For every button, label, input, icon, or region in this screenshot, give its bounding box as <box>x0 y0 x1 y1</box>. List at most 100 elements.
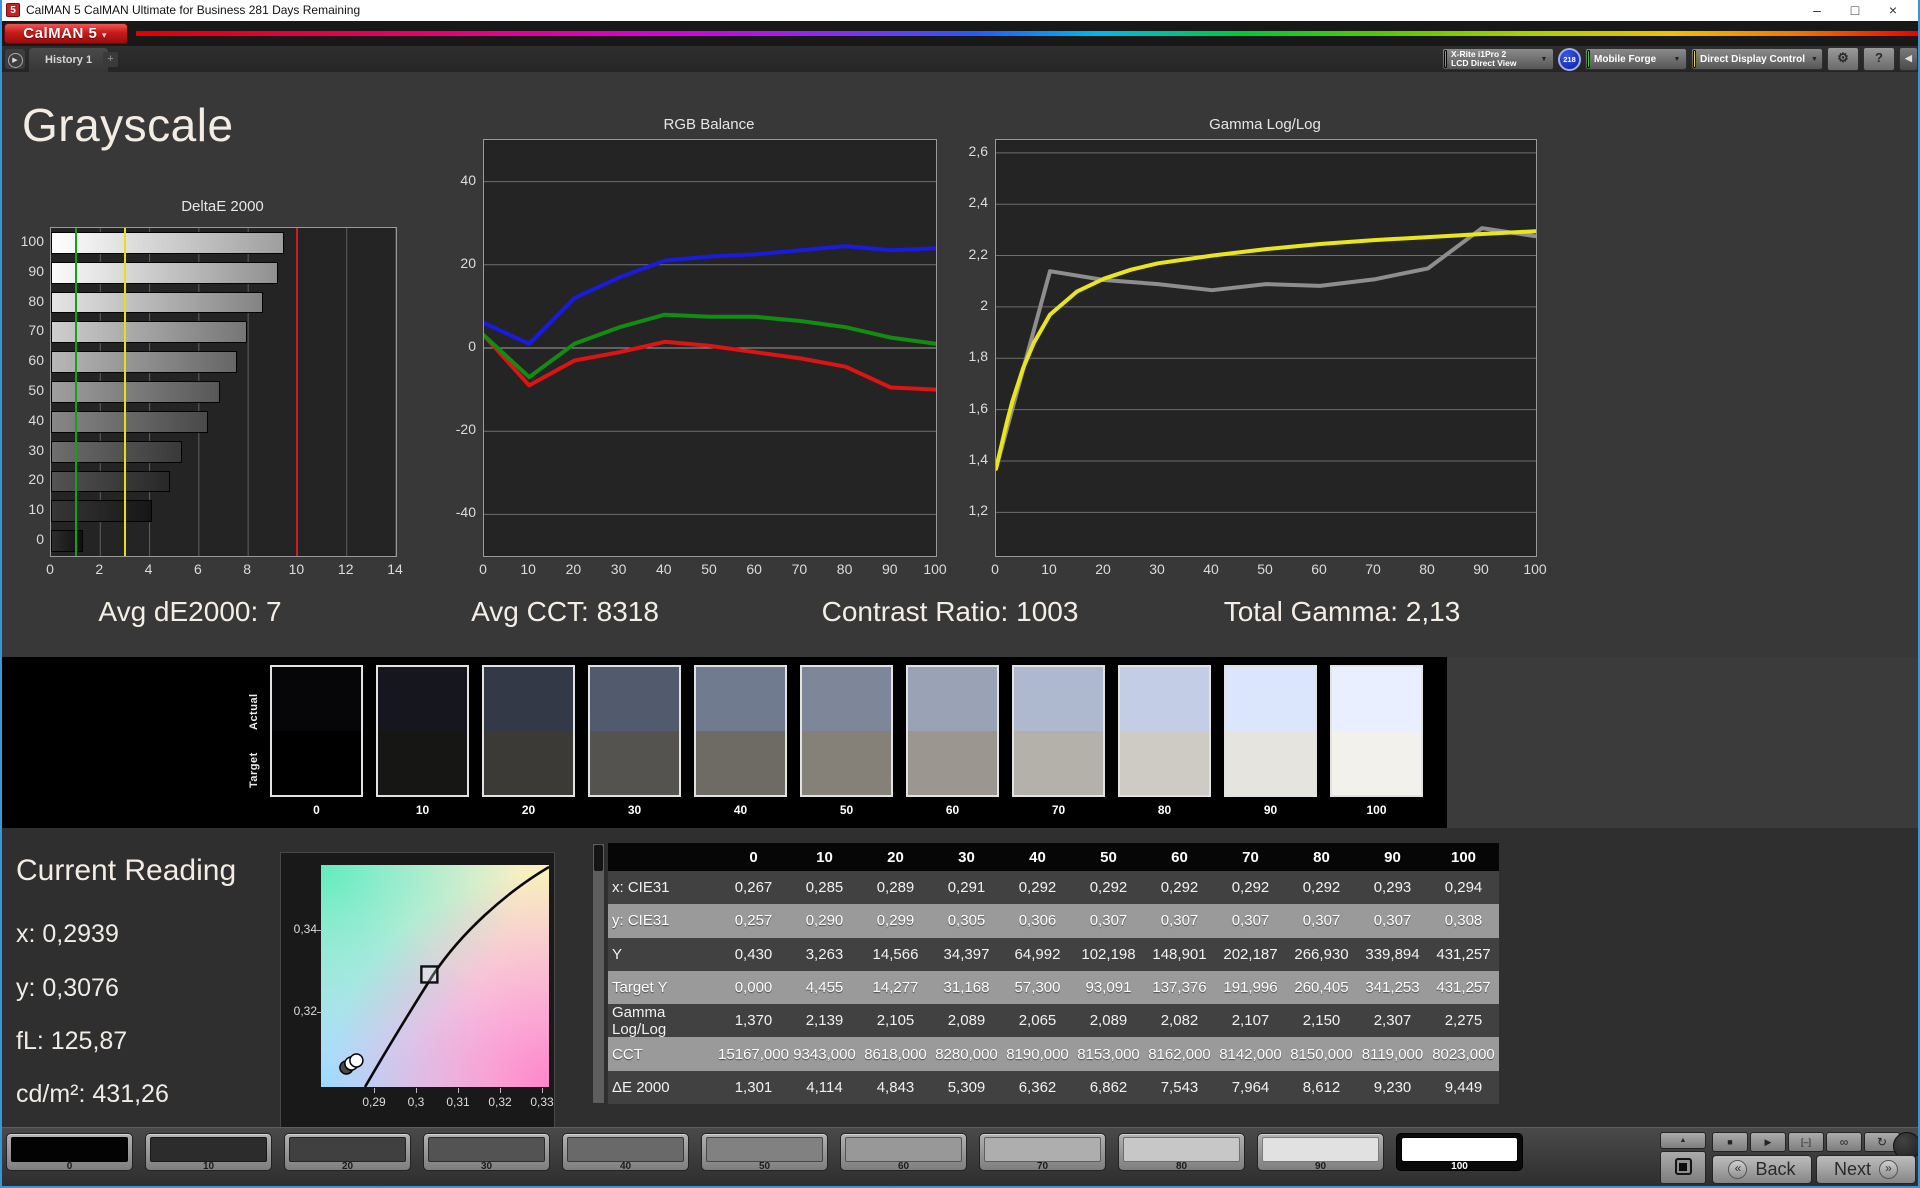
table-cell: 137,376 <box>1144 971 1215 1004</box>
meter-dropdown[interactable]: X-Rite i1Pro 2 LCD Direct View ▼ <box>1442 48 1554 70</box>
minimize-button[interactable]: – <box>1798 0 1836 21</box>
table-row: Y0,4303,26314,56634,39764,992102,198148,… <box>608 938 1499 971</box>
level-button-40[interactable]: 40 <box>562 1133 689 1171</box>
table-header-cell: 100 <box>1428 843 1499 871</box>
deltae-title: DeltaE 2000 <box>50 198 395 215</box>
scrollbar-thumb[interactable] <box>594 845 603 871</box>
stop-button[interactable]: ■ <box>1712 1132 1748 1152</box>
rgb-balance-chart-x-tick: 90 <box>868 561 912 577</box>
table-cell: 0,289 <box>860 871 931 904</box>
target-color <box>1332 731 1421 795</box>
table-cell: 0,267 <box>718 871 789 904</box>
gamma-chart-x-tick: 60 <box>1297 561 1341 577</box>
step-button[interactable]: [–] <box>1788 1132 1824 1152</box>
table-row: Target Y0,0004,45514,27731,16857,30093,0… <box>608 971 1499 1004</box>
source-dropdown[interactable]: Mobile Forge ▼ <box>1585 48 1687 70</box>
level-button-0[interactable]: 0 <box>6 1133 133 1171</box>
table-cell: 8162,000 <box>1144 1037 1215 1070</box>
source-label: Mobile Forge <box>1594 54 1666 65</box>
pattern-window-button[interactable] <box>1660 1151 1706 1184</box>
cie-x-tick: 0,3 <box>396 1095 436 1109</box>
table-cell: 57,300 <box>1002 971 1073 1004</box>
rgb-balance-chart <box>483 139 937 557</box>
chevron-down-icon: ▼ <box>100 31 108 40</box>
next-button[interactable]: Next » <box>1816 1155 1916 1184</box>
rgb-balance-chart-x-tick: 30 <box>597 561 641 577</box>
level-swatch <box>1262 1137 1379 1162</box>
target-row-label: Target <box>248 735 262 805</box>
cie-x-tickmark <box>416 1088 417 1093</box>
table-cell: 0,307 <box>1144 904 1215 937</box>
table-cell: 0,430 <box>718 938 789 971</box>
display-control-dropdown[interactable]: Direct Display Control ▼ <box>1691 48 1823 70</box>
help-button[interactable]: ? <box>1863 47 1895 71</box>
table-cell: 1,370 <box>718 1004 789 1037</box>
table-header-cell: 70 <box>1215 843 1286 871</box>
collapse-button[interactable]: ◀ <box>1899 47 1918 71</box>
level-button-70[interactable]: 70 <box>979 1133 1106 1171</box>
grayscale-swatch <box>376 665 469 797</box>
gamma-chart-x-tick: 80 <box>1405 561 1449 577</box>
deltae-bar <box>51 321 247 343</box>
tab-bar: ▶ History 1 + X-Rite i1Pro 2 LCD Direct … <box>0 46 1920 72</box>
level-button-20[interactable]: 20 <box>284 1133 411 1171</box>
stat-avg-cct: Avg CCT: 8318 <box>471 596 659 628</box>
chevron-down-icon: ▼ <box>1807 56 1822 63</box>
table-cell: 2,082 <box>1144 1004 1215 1037</box>
table-cell: 0,285 <box>789 871 860 904</box>
pattern-up-button[interactable]: ▲ <box>1660 1132 1706 1149</box>
close-button[interactable]: × <box>1874 0 1912 21</box>
rgb-balance-chart-title: RGB Balance <box>483 116 935 133</box>
calman-logo-button[interactable]: CalMAN 5▼ <box>4 23 128 44</box>
level-button-80[interactable]: 80 <box>1118 1133 1245 1171</box>
rgb-balance-chart-y-tick: -20 <box>421 421 476 437</box>
deltae-x-tick: 6 <box>178 561 218 577</box>
level-swatch <box>1401 1137 1518 1162</box>
table-corner-cell <box>608 843 718 871</box>
table-cell: 0,292 <box>1073 871 1144 904</box>
maximize-button[interactable]: □ <box>1836 0 1874 21</box>
deltae-x-tick: 10 <box>276 561 316 577</box>
tab-history-1[interactable]: History 1 <box>29 48 108 72</box>
titlebar: 5 CalMAN 5 CalMAN Ultimate for Business … <box>0 0 1920 21</box>
tab-scroll-button[interactable]: ▶ <box>5 49 25 69</box>
stat-total-gamma: Total Gamma: 2,13 <box>1224 596 1461 628</box>
grayscale-swatch <box>694 665 787 797</box>
deltae-y-tick: 70 <box>2 322 44 338</box>
add-tab-button[interactable]: + <box>103 52 118 67</box>
table-cell: 2,139 <box>789 1004 860 1037</box>
table-header-cell: 20 <box>860 843 931 871</box>
swatch-level-label: 50 <box>798 803 895 817</box>
level-button-30[interactable]: 30 <box>423 1133 550 1171</box>
level-button-50[interactable]: 50 <box>701 1133 828 1171</box>
stat-contrast-ratio: Contrast Ratio: 1003 <box>822 596 1079 628</box>
table-cell: 0,306 <box>1002 904 1073 937</box>
meter-mode-label: LCD Direct View <box>1451 59 1533 68</box>
level-button-10[interactable]: 10 <box>145 1133 272 1171</box>
target-color <box>1120 731 1209 795</box>
deltae-y-tick: 40 <box>2 412 44 428</box>
level-button-100[interactable]: 100 <box>1396 1133 1523 1171</box>
deltae-chart <box>50 227 397 557</box>
level-button-90[interactable]: 90 <box>1257 1133 1384 1171</box>
level-button-60[interactable]: 60 <box>840 1133 967 1171</box>
table-row-label: x: CIE31 <box>608 871 718 904</box>
chevron-down-icon: ▼ <box>1668 56 1686 63</box>
cie-x-tickmark <box>500 1088 501 1093</box>
gamma-chart-x-tick: 70 <box>1351 561 1395 577</box>
deltae-y-tick: 10 <box>2 501 44 517</box>
table-cell: 14,566 <box>860 938 931 971</box>
table-cell: 15167,000 <box>718 1037 789 1070</box>
meter-count-badge[interactable]: 218 <box>1558 48 1581 71</box>
window-title: CalMAN 5 CalMAN Ultimate for Business 28… <box>26 3 360 17</box>
level-label: 40 <box>563 1161 688 1172</box>
table-cell: 2,065 <box>1002 1004 1073 1037</box>
loop-button[interactable]: ∞ <box>1826 1132 1862 1152</box>
deltae-y-tick: 100 <box>2 233 44 249</box>
table-header-cell: 10 <box>789 843 860 871</box>
back-button[interactable]: « Back <box>1712 1155 1812 1184</box>
table-scrollbar[interactable] <box>592 843 605 1104</box>
settings-button[interactable]: ⚙ <box>1827 47 1859 71</box>
table-cell: 0,293 <box>1357 871 1428 904</box>
play-button[interactable]: ▶ <box>1750 1132 1786 1152</box>
